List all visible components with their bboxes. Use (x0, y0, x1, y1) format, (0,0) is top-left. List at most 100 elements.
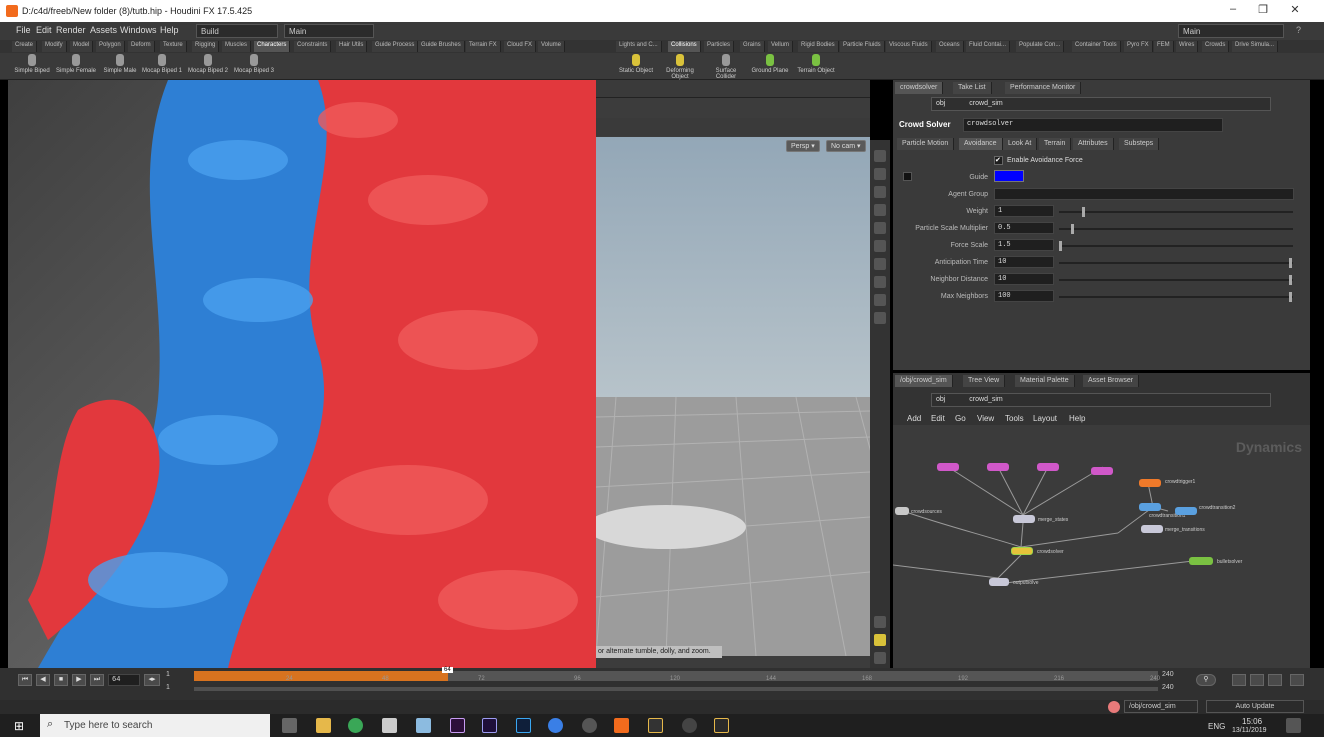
node-outputsolve[interactable] (989, 578, 1009, 586)
anticipation-time-field[interactable]: 10 (994, 256, 1054, 268)
tool-mocap-biped-1[interactable]: Mocap Biped 1 (140, 54, 184, 74)
ds-icon[interactable] (648, 718, 663, 733)
tab-material-palette[interactable]: Material Palette (1015, 375, 1075, 387)
tool-ground-plane[interactable]: Ground Plane (750, 54, 790, 74)
windows-start-icon[interactable]: ⊞ (14, 719, 27, 733)
net-path-node[interactable]: crowd_sim (969, 396, 1002, 403)
shelf-tab-muscles[interactable]: Muscles (222, 41, 252, 52)
agent-group-field[interactable] (994, 188, 1294, 200)
close-icon[interactable]: ✕ (1280, 3, 1310, 19)
end-frame[interactable]: 240 (1162, 671, 1174, 678)
network-node[interactable] (1037, 463, 1059, 471)
neighbor-distance-field[interactable]: 10 (994, 273, 1054, 285)
language-indicator[interactable]: ENG (1208, 722, 1225, 731)
app-icon[interactable] (416, 718, 431, 733)
shelf-tab-fem[interactable]: FEM (1154, 41, 1174, 52)
shelf-tab-modify[interactable]: Modify (42, 41, 67, 52)
app-icon[interactable] (682, 718, 697, 733)
node-crowdtrigger1[interactable] (1139, 479, 1161, 487)
weight-slider-knob[interactable] (1082, 207, 1085, 217)
shelf-tab-guide-brushes[interactable]: Guide Brushes (418, 41, 465, 52)
calculator-icon[interactable] (382, 718, 397, 733)
tab-crowdsolver[interactable]: crowdsolver (895, 82, 944, 94)
shelf-tab-polygon[interactable]: Polygon (96, 41, 125, 52)
jump-start-icon[interactable]: ⏮ (18, 674, 32, 686)
shelf-tab-constraints[interactable]: Constraints (294, 41, 332, 52)
param-path-bar[interactable]: obj crowd_sim (931, 97, 1271, 111)
shelf-tab-crowds[interactable]: Crowds (1202, 41, 1230, 52)
network-node[interactable] (937, 463, 959, 471)
lock-camera-icon[interactable] (874, 168, 886, 180)
shelf-tab-particles[interactable]: Particles (704, 41, 735, 52)
sound-icon[interactable] (1232, 674, 1246, 686)
clock-date[interactable]: 13/11/2019 (1232, 727, 1267, 734)
light-icon[interactable] (874, 258, 886, 270)
visibility-icon[interactable] (874, 312, 886, 324)
network-node[interactable] (1091, 467, 1113, 475)
net-menu-tools[interactable]: Tools (1005, 414, 1024, 423)
path-obj[interactable]: obj (936, 100, 945, 107)
shelf-tab-wires[interactable]: Wires (1176, 41, 1199, 52)
shelf-tab-rigging[interactable]: Rigging (192, 41, 220, 52)
jump-end-icon[interactable]: ⏭ (90, 674, 104, 686)
anticipation-time-slider[interactable] (1059, 258, 1293, 268)
neighbor-distance-slider-knob[interactable] (1289, 275, 1292, 285)
tool-deforming-object[interactable]: Deforming Object (660, 54, 700, 80)
right-context-select[interactable]: Main (1178, 24, 1284, 38)
force-scale-field[interactable]: 1.5 (994, 239, 1054, 251)
path-node[interactable]: crowd_sim (969, 100, 1002, 107)
force-scale-slider-knob[interactable] (1059, 241, 1062, 251)
desktop-select[interactable]: Build (196, 24, 278, 38)
net-path-obj[interactable]: obj (936, 396, 945, 403)
cache-icon[interactable] (1108, 701, 1120, 713)
realtime-icon[interactable] (1250, 674, 1264, 686)
tool-mocap-biped-3[interactable]: Mocap Biped 3 (232, 54, 276, 74)
app-icon[interactable] (714, 718, 729, 733)
clock-time[interactable]: 15:06 (1242, 717, 1262, 726)
tool-static-object[interactable]: Static Object (616, 54, 656, 74)
shelf-tab-vellum[interactable]: Vellum (768, 41, 794, 52)
shelf-tab-characters[interactable]: Characters (254, 41, 291, 52)
node-merge-transitions[interactable] (1141, 525, 1163, 533)
node-crowdsolver[interactable] (1011, 547, 1033, 555)
display-options-icon[interactable] (874, 150, 886, 162)
ghost-icon[interactable] (874, 634, 886, 646)
play-icon[interactable]: ▶ (72, 674, 86, 686)
subtab-substeps[interactable]: Substeps (1119, 138, 1160, 150)
step-back-icon[interactable]: ◀ (36, 674, 50, 686)
photoshop-icon[interactable] (516, 718, 531, 733)
context-select[interactable]: Main (284, 24, 374, 38)
particle-scale-slider-knob[interactable] (1070, 224, 1074, 234)
node-crowdtransition1[interactable] (1139, 503, 1161, 511)
shelf-tab-viscous-fluids[interactable]: Viscous Fluids (886, 41, 932, 52)
help-icon[interactable]: ? (1296, 25, 1301, 35)
zoom-icon[interactable] (874, 652, 886, 664)
net-menu-view[interactable]: View (977, 414, 994, 423)
start-frame-global[interactable]: 1 (166, 684, 170, 691)
tool-simple-male[interactable]: Simple Male (100, 54, 140, 74)
task-view-icon[interactable] (282, 718, 297, 733)
tab-obj-crowd-sim[interactable]: /obj/crowd_sim (895, 375, 953, 387)
node-name-field[interactable]: crowdsolver (963, 118, 1223, 132)
tab-tree-view[interactable]: Tree View (963, 375, 1006, 387)
max-neighbors-slider-knob[interactable] (1289, 292, 1292, 302)
grid-icon[interactable] (874, 204, 886, 216)
persp-menu-button[interactable]: Persp ▾ (786, 140, 820, 152)
notifications-icon[interactable] (1286, 718, 1301, 733)
snap-icon[interactable] (874, 294, 886, 306)
cinema4d-icon[interactable] (582, 718, 597, 733)
neighbor-distance-slider[interactable] (1059, 275, 1293, 285)
tab-performance-monitor[interactable]: Performance Monitor (1005, 82, 1082, 94)
shelf-tab-drive-simulation[interactable]: Drive Simula... (1232, 41, 1279, 52)
menu-help[interactable]: Help (160, 25, 179, 35)
shelf-tab-create[interactable]: Create (12, 41, 38, 52)
camera-menu-button[interactable]: No cam ▾ (826, 140, 866, 152)
premiere-icon[interactable] (450, 718, 465, 733)
file-explorer-icon[interactable] (316, 718, 331, 733)
subtab-look-at[interactable]: Look At (1003, 138, 1038, 150)
subtab-particle-motion[interactable]: Particle Motion (897, 138, 955, 150)
info-icon[interactable] (874, 616, 886, 628)
loop-icon[interactable] (1268, 674, 1282, 686)
shelf-tab-deform[interactable]: Deform (128, 41, 155, 52)
shelf-tab-lights[interactable]: Lights and C... (616, 41, 662, 52)
